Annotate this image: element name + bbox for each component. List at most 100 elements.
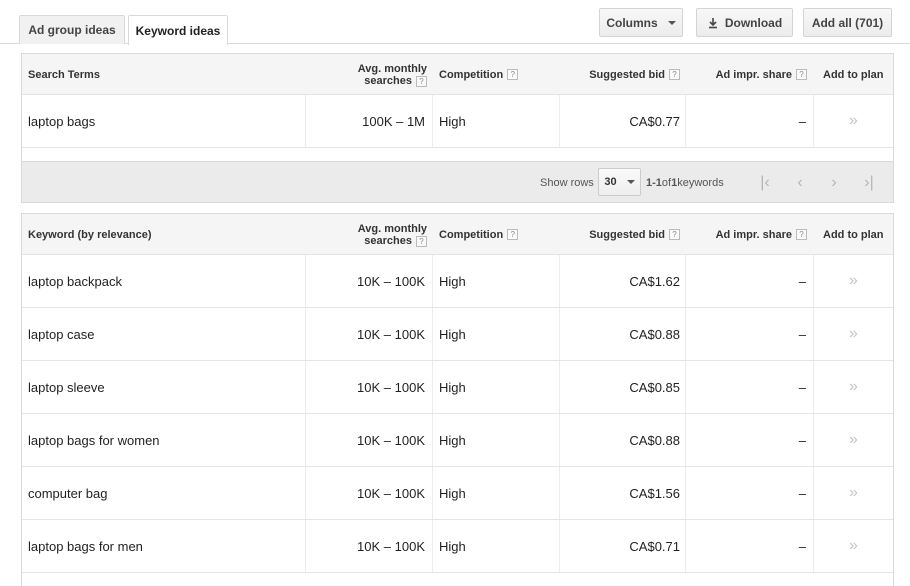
keyword-cell: laptop case	[28, 326, 95, 342]
tab-label: Keyword ideas	[135, 23, 221, 38]
rows-per-page-value: 30	[604, 176, 617, 188]
column-divider	[305, 95, 306, 147]
chevron-down-icon	[626, 180, 635, 184]
column-divider	[432, 255, 433, 307]
searches-cell: 10K – 100K	[357, 273, 425, 289]
table-row: laptop bags for men 10K – 100K High CA$0…	[22, 520, 893, 573]
impr-share-cell: –	[798, 485, 806, 501]
header-suggested-bid: Suggested bid?	[562, 214, 680, 255]
tab-label: Ad group ideas	[28, 23, 116, 37]
competition-cell: High	[439, 326, 466, 342]
searches-cell: 10K – 100K	[357, 326, 425, 342]
impr-share-cell: –	[798, 432, 806, 448]
table-row: laptop sleeve 10K – 100K High CA$0.85 – …	[22, 361, 893, 414]
bid-cell: CA$0.77	[629, 113, 680, 129]
table-row: laptop bags for women 10K – 100K High CA…	[22, 414, 893, 467]
add-to-plan-chevron-icon[interactable]: »	[814, 414, 893, 466]
download-button[interactable]: Download	[696, 8, 793, 37]
download-icon	[708, 17, 717, 28]
searches-cell: 10K – 100K	[357, 485, 425, 501]
header-competition: Competition?	[439, 214, 519, 255]
previous-page-icon[interactable]: ‹	[788, 162, 812, 203]
searches-cell: 10K – 100K	[357, 538, 425, 554]
top-toolbar: Ad group ideas Keyword ideas Columns Dow…	[0, 0, 910, 45]
column-divider	[432, 467, 433, 519]
add-to-plan-chevron-icon[interactable]: »	[814, 308, 893, 360]
help-icon[interactable]: ?	[416, 235, 427, 247]
bid-cell: CA$1.62	[629, 273, 680, 289]
column-divider	[685, 255, 686, 307]
help-icon[interactable]: ?	[507, 69, 519, 80]
column-divider	[305, 467, 306, 519]
download-label: Download	[724, 15, 783, 30]
header-search-terms: Search Terms	[28, 68, 100, 81]
header-ad-impr-share: Ad impr. share?	[692, 54, 807, 95]
competition-cell: High	[439, 273, 466, 289]
column-divider	[685, 520, 686, 572]
column-divider	[305, 255, 306, 307]
impr-share-cell: –	[798, 379, 806, 395]
add-to-plan-chevron-icon[interactable]: »	[814, 361, 893, 413]
column-divider	[685, 414, 686, 466]
last-page-icon[interactable]: ›|	[857, 162, 881, 203]
keyword-cell: computer bag	[28, 485, 108, 501]
first-page-icon[interactable]: |‹	[753, 162, 777, 203]
keyword-cell: laptop bags for men	[28, 538, 143, 554]
column-divider	[305, 308, 306, 360]
tab-keyword-ideas[interactable]: Keyword ideas	[128, 15, 228, 45]
header-avg-monthly-searches: Avg. monthly searches?	[357, 222, 427, 247]
help-icon[interactable]: ?	[669, 69, 680, 80]
help-icon[interactable]: ?	[416, 75, 427, 87]
column-divider	[559, 361, 560, 413]
table-row: laptop case 10K – 100K High CA$0.88 – »	[22, 308, 893, 361]
columns-button[interactable]: Columns	[599, 8, 683, 37]
column-divider	[559, 414, 560, 466]
tab-ad-group-ideas[interactable]: Ad group ideas	[19, 15, 125, 44]
columns-label: Columns	[606, 15, 658, 30]
column-divider	[559, 467, 560, 519]
competition-cell: High	[439, 379, 466, 395]
add-to-plan-chevron-icon[interactable]: »	[814, 520, 893, 572]
add-all-button[interactable]: Add all (701)	[803, 8, 892, 37]
help-icon[interactable]: ?	[796, 229, 807, 240]
competition-cell: High	[439, 485, 466, 501]
header-avg-monthly-searches: Avg. monthly searches?	[357, 62, 427, 87]
column-divider	[559, 95, 560, 147]
table-header: Search Terms Avg. monthly searches? Comp…	[22, 54, 893, 95]
searches-cell: 10K – 100K	[357, 379, 425, 395]
keyword-cell: laptop bags for women	[28, 432, 160, 448]
impr-share-cell: –	[798, 538, 806, 554]
add-to-plan-chevron-icon[interactable]: »	[814, 255, 893, 307]
column-divider	[685, 361, 686, 413]
column-divider	[432, 361, 433, 413]
bid-cell: CA$1.56	[629, 485, 680, 501]
pagination-bar: Show rows 30 1 - 1 of 1 keywords |‹ ‹ › …	[21, 162, 894, 203]
header-keyword[interactable]: Keyword (by relevance)	[28, 214, 152, 255]
header-competition: Competition?	[439, 54, 519, 95]
table-header: Keyword (by relevance) Avg. monthly sear…	[22, 214, 893, 255]
keyword-rows: laptop backpack 10K – 100K High CA$1.62 …	[22, 255, 893, 573]
chevron-down-icon	[667, 20, 676, 25]
help-icon[interactable]: ?	[796, 69, 807, 80]
next-page-icon[interactable]: ›	[822, 162, 846, 203]
header-add-to-plan: Add to plan	[823, 228, 884, 241]
column-divider	[305, 520, 306, 572]
column-divider	[432, 520, 433, 572]
help-icon[interactable]: ?	[669, 229, 680, 240]
table-row: laptop backpack 10K – 100K High CA$1.62 …	[22, 255, 893, 308]
keyword-ideas-table: Keyword (by relevance) Avg. monthly sear…	[21, 213, 894, 586]
add-to-plan-chevron-icon[interactable]: »	[814, 95, 893, 147]
search-terms-table: Search Terms Avg. monthly searches? Comp…	[21, 53, 894, 162]
column-divider	[685, 308, 686, 360]
bid-cell: CA$0.85	[629, 379, 680, 395]
rows-per-page-select[interactable]: 30	[598, 168, 641, 196]
column-divider	[432, 308, 433, 360]
add-to-plan-chevron-icon[interactable]: »	[814, 467, 893, 519]
column-divider	[432, 414, 433, 466]
page-range-text: 1 - 1 of 1 keywords	[646, 176, 724, 189]
help-icon[interactable]: ?	[507, 229, 519, 240]
searches-cell: 10K – 100K	[357, 432, 425, 448]
column-divider	[305, 414, 306, 466]
column-divider	[559, 308, 560, 360]
keyword-cell: laptop backpack	[28, 273, 122, 289]
